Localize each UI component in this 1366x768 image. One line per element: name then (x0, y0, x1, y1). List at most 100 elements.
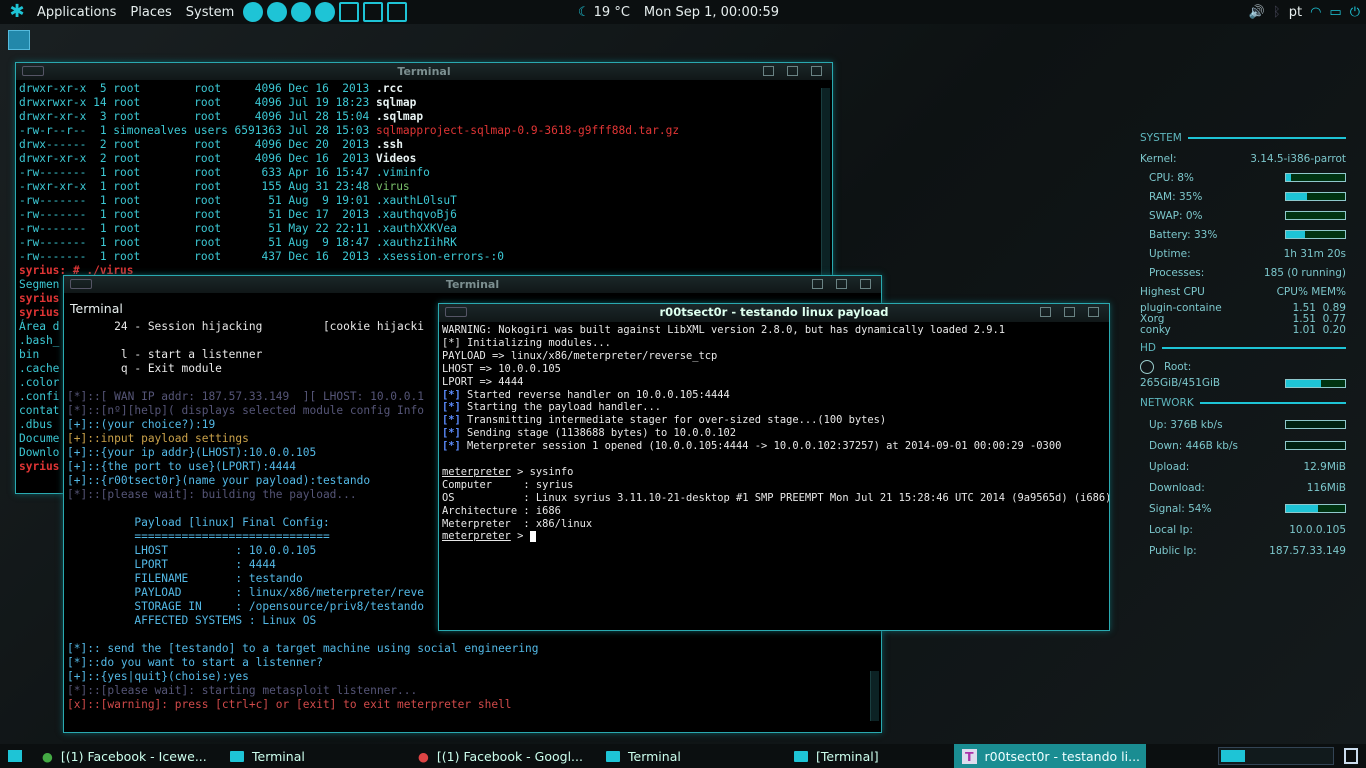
swap-label: SWAP: 0% (1149, 209, 1203, 222)
up-speed: Up: 376B kb/s (1149, 418, 1223, 431)
signal-bar (1285, 504, 1346, 513)
window-title: r00tsect0r - testando linux payload (659, 305, 889, 319)
clock[interactable]: Mon Sep 1, 00:00:59 (644, 5, 779, 20)
keyboard-layout[interactable]: pt (1289, 5, 1302, 20)
conky-monitor: SYSTEM Kernel: 3.14.5-i386-parrot CPU: 8%… (1140, 128, 1346, 561)
cpu-label: CPU: 8% (1149, 171, 1194, 184)
processes-label: Processes: (1149, 266, 1205, 279)
terminal-line: drwxr-xr-x 5 root root 4096 Dec 16 2013 … (19, 82, 403, 95)
terminal-line: LPORT => 4444 (442, 375, 524, 388)
down-speed: Down: 446B kb/s (1149, 439, 1238, 452)
window-menu-button[interactable] (70, 279, 92, 289)
menu-applications[interactable]: Applications (30, 5, 123, 20)
skype-icon[interactable] (315, 2, 336, 22)
terminal-line: [*]::do you want to start a listenner? (67, 656, 323, 669)
terminal-output[interactable]: WARNING: Nokogiri was built against LibX… (439, 322, 1109, 627)
terminal-window-front[interactable]: r00tsect0r - testando linux payload WARN… (438, 303, 1110, 631)
up-graph (1285, 420, 1346, 429)
close-button[interactable] (811, 66, 822, 76)
upload-value: 12.9MiB (1303, 460, 1346, 473)
minimize-button[interactable] (812, 279, 823, 289)
titlebar[interactable]: Terminal (64, 276, 881, 293)
highest-cpu-label: Highest CPU (1140, 285, 1205, 298)
battery-icon[interactable]: ▭ (1329, 5, 1341, 20)
battery-bar (1285, 230, 1346, 239)
maximize-button[interactable] (787, 66, 798, 76)
down-graph (1285, 441, 1346, 450)
task-terminal-1[interactable]: Terminal (222, 744, 410, 768)
wifi-icon[interactable]: ◠ (1310, 5, 1321, 20)
terminal-line: Architecture : i686 (442, 504, 561, 517)
desktop-icon[interactable] (8, 30, 30, 50)
terminal-line: LHOST => 10.0.0.105 (442, 362, 561, 375)
uptime-label: Uptime: (1149, 247, 1191, 260)
scrollbar[interactable] (870, 671, 879, 721)
terminal-line: -rw------- 1 root root 437 Dec 16 2013 .… (19, 250, 504, 263)
top-panel: ✱ Applications Places System ☾ 19 °C Mon… (0, 0, 1366, 24)
terminal-line: [*] Sending stage (1138688 bytes) to 10.… (442, 427, 737, 440)
terminal-icon (794, 750, 808, 762)
weather-temperature[interactable]: 19 °C (594, 5, 630, 20)
terminal-line: [*]::[please wait]: starting metasploit … (67, 684, 418, 697)
close-button[interactable] (860, 279, 871, 289)
terminal-launcher-icon[interactable] (363, 2, 384, 22)
task-terminal-3[interactable]: [Terminal] (786, 744, 954, 768)
minimize-button[interactable] (763, 66, 774, 76)
section-hd: HD (1140, 342, 1156, 354)
task-terminal-2[interactable]: Terminal (598, 744, 786, 768)
menu-system[interactable]: System (179, 5, 241, 20)
section-system: SYSTEM (1140, 132, 1182, 144)
download-label: Download: (1149, 481, 1205, 494)
close-button[interactable] (1088, 307, 1099, 317)
minimize-button[interactable] (1040, 307, 1051, 317)
ram-bar (1285, 192, 1346, 201)
terminal-line: [+]::{yes|quit}(choise):yes (67, 670, 249, 683)
text-editor-icon[interactable] (387, 2, 408, 22)
chrome-icon[interactable] (267, 2, 288, 22)
titlebar[interactable]: Terminal (16, 63, 832, 80)
parrot-logo-icon[interactable]: ✱ (6, 2, 28, 22)
terminal-line: meterpreter > sysinfo (442, 465, 574, 478)
window-title: Terminal (445, 278, 500, 291)
power-icon[interactable]: ⏻ (1350, 5, 1360, 20)
root-bar (1285, 378, 1346, 388)
trash-icon[interactable] (1344, 748, 1358, 764)
show-desktop-icon[interactable] (8, 750, 22, 762)
task-facebook-chrome[interactable]: ● [(1) Facebook - Googl... (410, 744, 598, 768)
menu-places[interactable]: Places (123, 5, 178, 20)
terminal-line: Meterpreter : x86/linux (442, 517, 593, 530)
terminal-line: [*] Initializing modules... (442, 336, 611, 349)
terminal-icon (606, 750, 620, 762)
task-facebook-iceweasel[interactable]: ● [(1) Facebook - Icewe... (34, 744, 222, 768)
terminal-line: [x]::[warning]: press [ctrl+c] or [exit]… (67, 698, 512, 711)
battery-label: Battery: 33% (1149, 228, 1218, 241)
windows-icon[interactable] (339, 2, 360, 22)
window-menu-button[interactable] (445, 307, 467, 317)
maximize-button[interactable] (1064, 307, 1075, 317)
terminal-line: -rw------- 1 root root 51 May 22 22:11 .… (19, 222, 457, 235)
workspace-switcher[interactable] (1218, 747, 1334, 765)
window-menu-button[interactable] (22, 66, 44, 76)
process-row: conky 1.01 0.20 (1140, 324, 1346, 336)
section-network: NETWORK (1140, 397, 1194, 409)
bluetooth-icon[interactable]: ᛒ (1273, 5, 1281, 20)
public-ip-label: Public Ip: (1149, 544, 1197, 557)
iceweasel-icon: ● (42, 748, 53, 764)
volume-icon[interactable]: 🔊 (1249, 5, 1265, 20)
terminal-line: [*] Started reverse handler on 10.0.0.10… (442, 388, 730, 401)
window-title: Terminal (397, 65, 451, 78)
desktop: ✱ Applications Places System ☾ 19 °C Mon… (0, 0, 1366, 768)
titlebar[interactable]: r00tsect0r - testando linux payload (439, 304, 1109, 322)
task-r00tsect0r[interactable]: Tr00tsect0r - testando li... (954, 744, 1146, 768)
process-list: plugin-containe 1.51 0.89 Xorg 1.51 0.77 conky… (1140, 303, 1346, 336)
scrollbar[interactable] (821, 88, 830, 278)
local-ip-label: Local Ip: (1149, 523, 1193, 536)
browser-icon[interactable] (291, 2, 312, 22)
workspace-1[interactable] (1221, 750, 1245, 762)
terminal-icon (230, 750, 244, 762)
terminal-line: PAYLOAD => linux/x86/meterpreter/reverse… (442, 349, 718, 362)
cursor (529, 530, 536, 542)
taskbar: ● [(1) Facebook - Icewe... Terminal ● [(1)… (0, 744, 1366, 768)
maximize-button[interactable] (836, 279, 847, 289)
browser-globe-icon[interactable] (243, 2, 264, 22)
